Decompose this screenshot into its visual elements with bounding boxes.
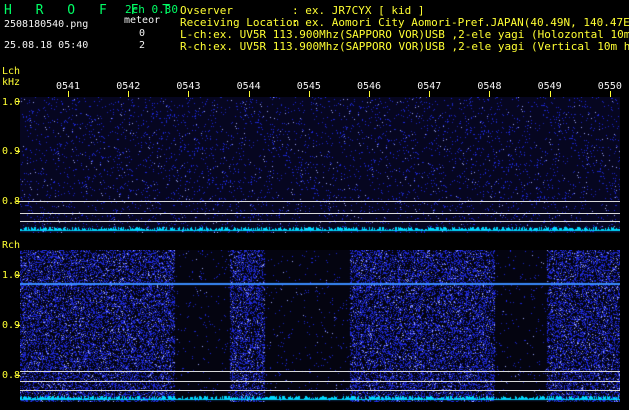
lch-description: L-ch:ex. UV5R 113.900Mhz(SAPPORO VOR)USB…: [180, 28, 629, 41]
lch-unit: kHz: [2, 77, 21, 88]
lch-axis-tick: [16, 201, 20, 202]
spectrogram-screen: H R O F F T 2ch 0.30 2508180540.png mete…: [0, 0, 629, 410]
rch-ref-line-lower: [20, 390, 620, 391]
rch-spectrogram-canvas: [20, 250, 620, 402]
meteor-count-rch: 2: [139, 40, 146, 51]
rch-label: Rch: [2, 240, 21, 251]
meteor-count-lch: 0: [139, 28, 146, 39]
rch-axis-tick: [16, 375, 20, 376]
rch-axis-tick: [16, 275, 20, 276]
location-label: Receiving Location: [180, 16, 300, 29]
observer-label: Ovserver: [180, 4, 233, 17]
rch-description: R-ch:ex. UV5R 113.900Mhz(SAPPORO VOR)USB…: [180, 40, 629, 53]
location-value: : ex. Aomori City Aomori-Pref.JAPAN(40.4…: [292, 16, 629, 29]
meteor-label: meteor: [124, 15, 161, 26]
lch-ref-line-upper: [20, 201, 620, 202]
rch-axis-tick: [16, 325, 20, 326]
lch-axis-tick: [16, 101, 20, 102]
lch-tick-1-0: 1.0: [2, 97, 21, 108]
filename: 2508180540.png: [4, 19, 89, 30]
lch-ref-line-lower: [20, 221, 620, 222]
observer-value: : ex. JR7CYX [ kid ]: [292, 4, 425, 17]
channel-setting: 2ch 0.30: [125, 3, 178, 16]
rch-ref-line-upper: [20, 371, 620, 372]
lch-axis-tick: [16, 151, 20, 152]
lch-ref-line-mid: [20, 213, 620, 214]
datetime: 25.08.18 05:40: [4, 40, 89, 51]
rch-ref-line-mid: [20, 381, 620, 382]
lch-label: Lch: [2, 66, 21, 77]
